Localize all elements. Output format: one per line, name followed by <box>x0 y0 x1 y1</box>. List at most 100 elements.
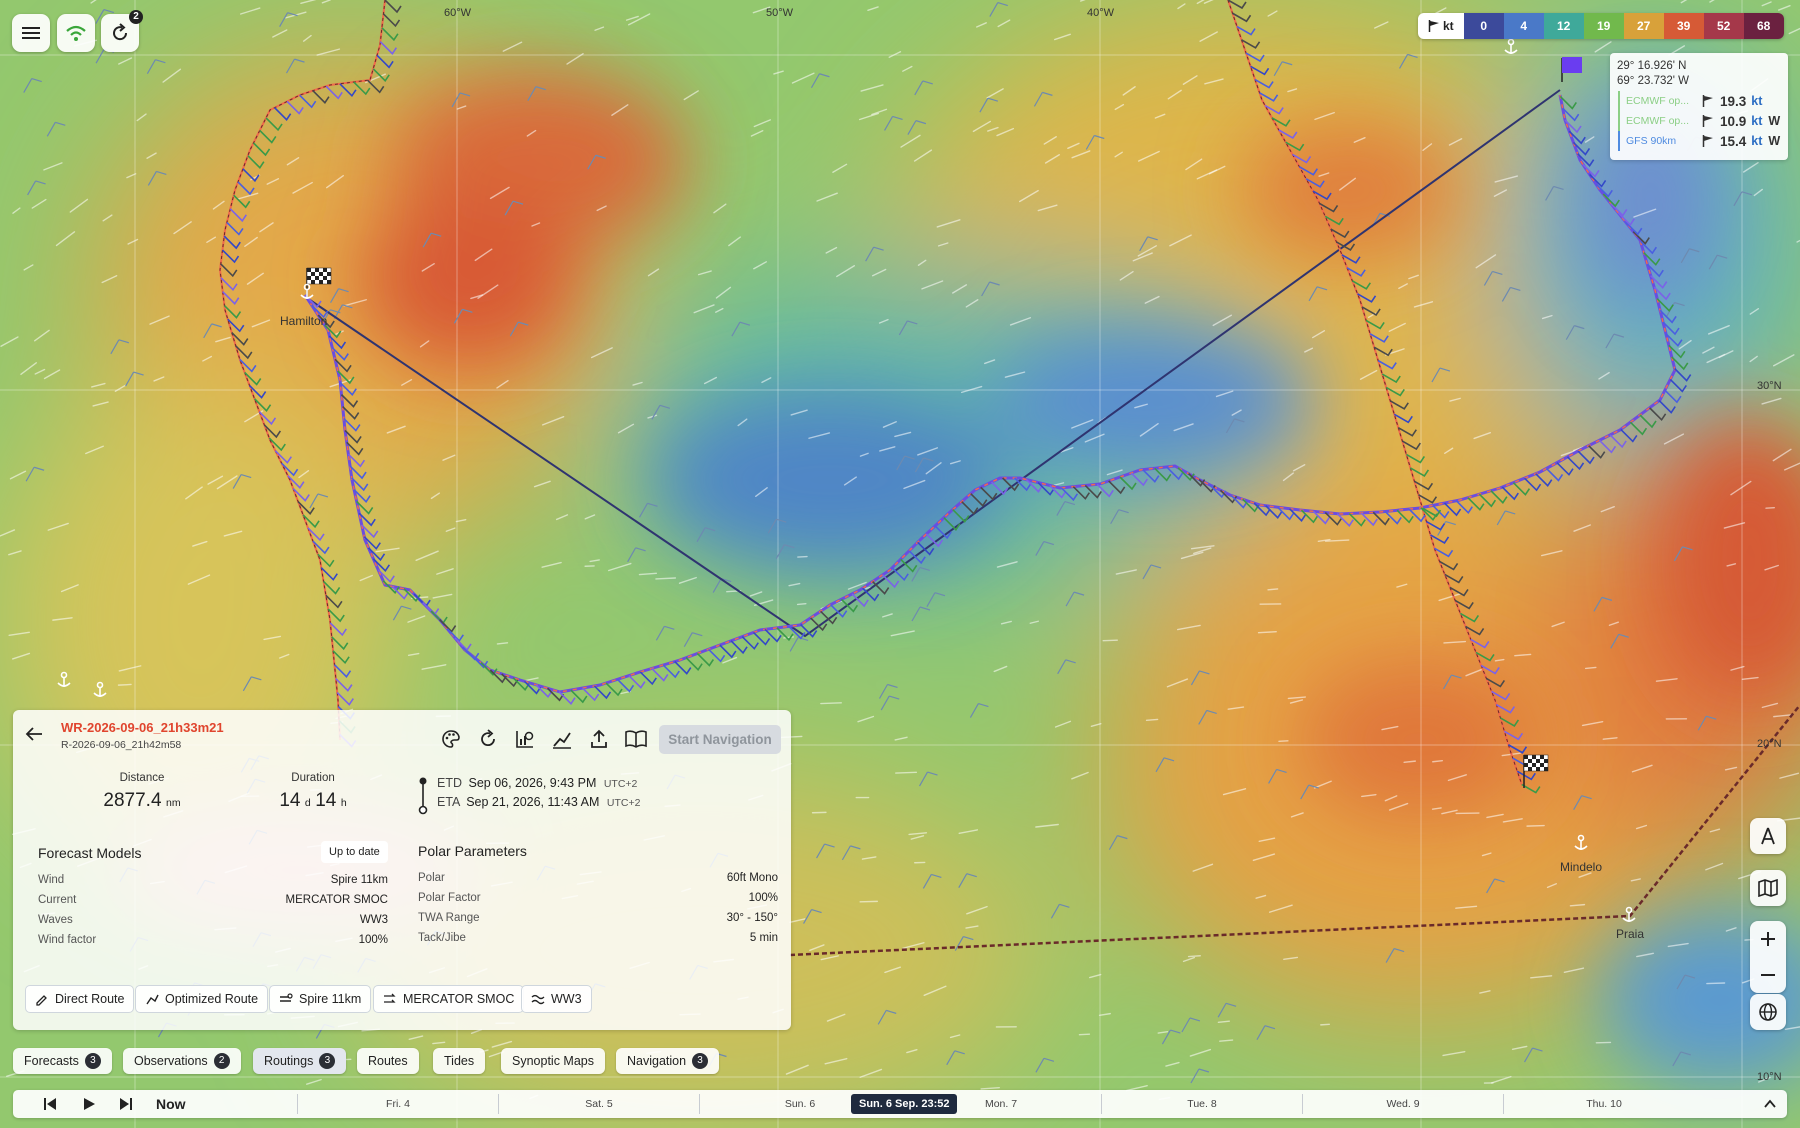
expand-timeline-button[interactable] <box>1763 1097 1777 1116</box>
export-button[interactable] <box>584 724 614 754</box>
current-time-indicator[interactable]: Sun. 6 Sep. 23:52 <box>851 1094 958 1114</box>
wind-streak <box>895 771 918 774</box>
wind-streak <box>1320 1023 1330 1026</box>
current-model-chip[interactable]: MERCATOR SMOC <box>373 985 525 1013</box>
timeline-separator <box>1101 1094 1102 1114</box>
tab-observations[interactable]: Observations 2 <box>123 1048 241 1074</box>
wind-speed-legend[interactable]: kt 0 4 12 19 27 39 52 68 <box>1418 13 1784 39</box>
chip-label: MERCATOR SMOC <box>403 992 515 1006</box>
play-icon <box>84 1098 95 1110</box>
back-button[interactable] <box>25 726 43 747</box>
zoom-in-button[interactable] <box>1761 921 1775 957</box>
wind-streak <box>117 683 132 686</box>
model-row: ECMWF op... 19.3 kt <box>1618 91 1788 111</box>
eta-row: ETA Sep 21, 2026, 11:43 AM UTC+2 <box>437 795 641 809</box>
wind-model-chip[interactable]: Spire 11km <box>269 985 372 1013</box>
model-direction: W <box>1768 134 1781 148</box>
model-value: 19.3 <box>1720 93 1747 109</box>
timeline-day[interactable]: Fri. 4 <box>386 1098 410 1110</box>
tab-count-badge: 3 <box>84 1053 101 1069</box>
recompute-button[interactable] <box>473 724 503 754</box>
globe-button[interactable] <box>1750 994 1786 1030</box>
model-unit: kt <box>1751 94 1763 108</box>
route-icon <box>146 994 159 1005</box>
route-tool-button[interactable] <box>1750 818 1786 854</box>
polar-row-value: 5 min <box>749 932 778 944</box>
model-value: 15.4 <box>1720 133 1747 149</box>
timeline-day[interactable]: Thu. 10 <box>1586 1098 1622 1110</box>
model-value: 10.9 <box>1720 113 1747 129</box>
book-icon <box>625 730 647 748</box>
tab-label: Routings <box>264 1054 314 1068</box>
menu-icon <box>22 27 40 39</box>
duration-label: Duration <box>291 772 335 784</box>
legend-step: 68 <box>1743 13 1784 39</box>
polar-row: Polar Factor 100% <box>418 888 778 908</box>
forecast-row: Wind factor 100% <box>38 930 388 950</box>
etd-row: ETD Sep 06, 2026, 9:43 PM UTC+2 <box>437 776 638 790</box>
pencil-icon <box>36 995 47 1006</box>
zoom-out-button[interactable] <box>1761 957 1775 993</box>
tab-forecasts[interactable]: Forecasts 3 <box>13 1048 112 1074</box>
tab-navigation[interactable]: Navigation 3 <box>616 1048 720 1074</box>
legend-step: 12 <box>1543 13 1584 39</box>
tab-label: Routes <box>368 1054 408 1068</box>
menu-button[interactable] <box>12 14 50 52</box>
refresh-badge: 2 <box>129 10 143 24</box>
refresh-button[interactable]: 2 <box>101 10 143 52</box>
graph-button[interactable] <box>547 724 577 754</box>
timeline-day[interactable]: Tue. 8 <box>1187 1098 1216 1110</box>
timeline-day[interactable]: Mon. 7 <box>985 1098 1017 1110</box>
skip-back-button[interactable] <box>43 1097 57 1116</box>
lat-label: 10°N <box>1757 1071 1782 1083</box>
refresh-icon <box>481 729 495 747</box>
lat-label: 20°N <box>1757 738 1782 750</box>
skip-forward-button[interactable] <box>119 1097 133 1116</box>
cursor-lon: 69° 23.732' W <box>1617 75 1690 87</box>
style-button[interactable] <box>436 724 466 754</box>
place-hamilton: Hamilton <box>280 314 328 328</box>
forecast-status-badge: Up to date <box>321 841 388 863</box>
now-button[interactable]: Now <box>156 1096 186 1112</box>
timeline-day[interactable]: Wed. 9 <box>1386 1098 1419 1110</box>
logbook-button[interactable] <box>621 724 651 754</box>
timeline-separator <box>1503 1094 1504 1114</box>
wind-streak <box>1267 588 1279 591</box>
map-layers-button[interactable] <box>1750 870 1786 906</box>
direct-route-chip[interactable]: Direct Route <box>25 985 135 1013</box>
timeline-day[interactable]: Sat. 5 <box>585 1098 612 1110</box>
wind-streak <box>1257 631 1277 634</box>
wind-streak <box>1078 1033 1091 1036</box>
connection-button[interactable] <box>57 14 95 52</box>
waves-model-chip[interactable]: WW3 <box>521 985 592 1013</box>
timeline-bar[interactable]: Now Fri. 4 Sat. 5 Sun. 6 Mon. 7 Tue. 8 Wed. 9… <box>13 1090 1787 1118</box>
model-row: GFS 90km 15.4 kt W <box>1618 131 1788 151</box>
timeline-separator <box>297 1094 298 1114</box>
chip-label: Direct Route <box>55 992 125 1006</box>
chevron-up-icon <box>1764 1099 1776 1108</box>
forecast-row-value: MERCATOR SMOC <box>285 894 388 906</box>
tab-tides[interactable]: Tides <box>433 1048 486 1074</box>
optimized-route-chip[interactable]: Optimized Route <box>135 985 269 1013</box>
play-button[interactable] <box>82 1097 96 1116</box>
timeline-separator <box>1302 1094 1303 1114</box>
polar-row: Polar 60ft Mono <box>418 868 778 888</box>
wind-icon <box>1702 115 1713 127</box>
analysis-button[interactable] <box>510 724 540 754</box>
legend-step: 0 <box>1463 13 1504 39</box>
forecast-row: Wind Spire 11km <box>38 870 388 890</box>
wind-icon <box>1702 95 1713 107</box>
timeline-day[interactable]: Sun. 6 <box>785 1098 815 1110</box>
tab-routings[interactable]: Routings 3 <box>253 1048 347 1074</box>
model-unit: kt <box>1751 114 1763 128</box>
tab-routes[interactable]: Routes <box>357 1048 419 1074</box>
place-praia: Praia <box>1616 927 1645 941</box>
model-name: ECMWF op... <box>1626 95 1690 107</box>
skip-forward-icon <box>120 1098 132 1110</box>
legend-step: 52 <box>1703 13 1744 39</box>
tab-label: Tides <box>444 1054 475 1068</box>
polar-row-label: Polar <box>418 872 445 884</box>
timeline-icon <box>418 777 428 815</box>
tab-synoptic-maps[interactable]: Synoptic Maps <box>501 1048 605 1074</box>
start-navigation-button[interactable]: Start Navigation <box>659 725 781 754</box>
